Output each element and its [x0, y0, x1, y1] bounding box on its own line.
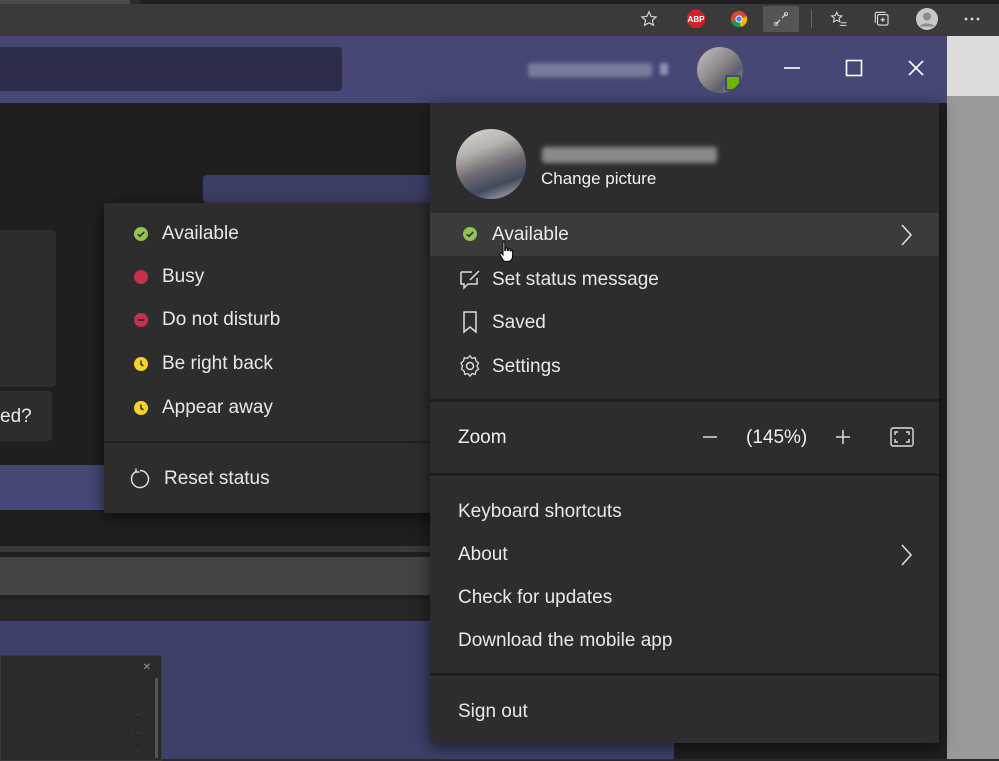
shortcuts-thumbnail: ✕ · · · · · · ·: [0, 655, 162, 761]
browser-side-area: [947, 36, 999, 759]
menu-divider: [104, 441, 443, 443]
extension-link-icon[interactable]: [763, 6, 799, 32]
profile-menu: Change picture Available Set status mess…: [430, 103, 939, 743]
compose-box[interactable]: [0, 557, 430, 595]
keyboard-shortcuts-item[interactable]: Keyboard shortcuts: [458, 501, 622, 523]
bookmark-icon: [458, 310, 482, 334]
favorites-list-icon[interactable]: [828, 8, 850, 30]
status-submenu: Available Busy Do not disturb Be right b…: [104, 203, 443, 513]
status-option-away[interactable]: Appear away: [104, 387, 443, 429]
menu-divider: [430, 673, 939, 676]
thumbnail-close-icon: ✕: [142, 662, 151, 673]
gear-icon: [458, 354, 482, 378]
org-name-blurred: [528, 63, 652, 77]
check-for-updates-item[interactable]: Check for updates: [458, 587, 612, 609]
favorites-star-icon[interactable]: [638, 8, 660, 30]
status-option-available[interactable]: Available: [104, 213, 443, 255]
profile-avatar-button[interactable]: [697, 47, 743, 93]
chrome-icon[interactable]: [728, 8, 750, 30]
minimize-icon[interactable]: [778, 54, 806, 82]
fit-screen-icon[interactable]: [889, 425, 915, 449]
status-option-brb[interactable]: Be right back: [104, 343, 443, 385]
adblock-plus-icon[interactable]: ABP: [685, 8, 707, 30]
toolbar-separator: [811, 10, 812, 28]
teams-title-bar: [0, 36, 947, 103]
thumbnail-scrollbar: [155, 678, 158, 758]
browser-tab-strip: [0, 0, 999, 4]
user-name-blurred: [542, 147, 717, 163]
reset-status-button[interactable]: Reset status: [104, 458, 443, 500]
close-icon[interactable]: [902, 54, 930, 82]
profile-picture[interactable]: [456, 129, 526, 199]
chevron-right-icon: [899, 543, 913, 567]
set-status-message-item[interactable]: Set status message: [430, 258, 939, 301]
zoom-value: (145%): [746, 427, 808, 448]
zoom-label: Zoom: [458, 427, 507, 448]
hand-cursor-icon: [498, 240, 514, 264]
more-options-icon[interactable]: [961, 8, 983, 30]
available-status-icon: [134, 227, 148, 241]
zoom-out-button[interactable]: [698, 425, 722, 449]
change-picture-link[interactable]: Change picture: [541, 169, 656, 189]
presence-indicator: [725, 75, 741, 91]
profile-avatar-icon[interactable]: [916, 8, 938, 30]
chat-message-top: [203, 175, 443, 203]
collections-icon[interactable]: [871, 8, 893, 30]
menu-divider: [430, 473, 939, 476]
saved-item[interactable]: Saved: [430, 301, 939, 344]
org-switcher-caret[interactable]: [660, 63, 668, 75]
busy-status-icon: [134, 270, 148, 284]
about-item[interactable]: About: [458, 544, 508, 566]
chat-highlight-band: [0, 465, 110, 510]
chat-message: ed?: [0, 391, 52, 441]
compose-border: [0, 546, 430, 552]
dnd-status-icon: [134, 313, 148, 327]
compose-toolbar: [0, 599, 430, 621]
status-option-dnd[interactable]: Do not disturb: [104, 299, 443, 341]
maximize-icon[interactable]: [840, 54, 868, 82]
sign-out-item[interactable]: Sign out: [458, 701, 528, 723]
download-mobile-app-item[interactable]: Download the mobile app: [458, 630, 672, 652]
clock-status-icon: [134, 401, 148, 415]
zoom-in-button[interactable]: [831, 425, 855, 449]
available-status-icon: [458, 222, 482, 246]
edit-message-icon: [458, 267, 482, 291]
settings-item[interactable]: Settings: [430, 345, 939, 388]
chevron-right-icon: [899, 223, 913, 247]
reset-icon: [128, 467, 152, 491]
clock-status-icon: [134, 357, 148, 371]
menu-divider: [430, 399, 939, 402]
chat-message: [0, 230, 56, 387]
status-option-busy[interactable]: Busy: [104, 256, 443, 298]
browser-toolbar: ABP: [0, 0, 999, 36]
search-input[interactable]: [0, 47, 342, 91]
